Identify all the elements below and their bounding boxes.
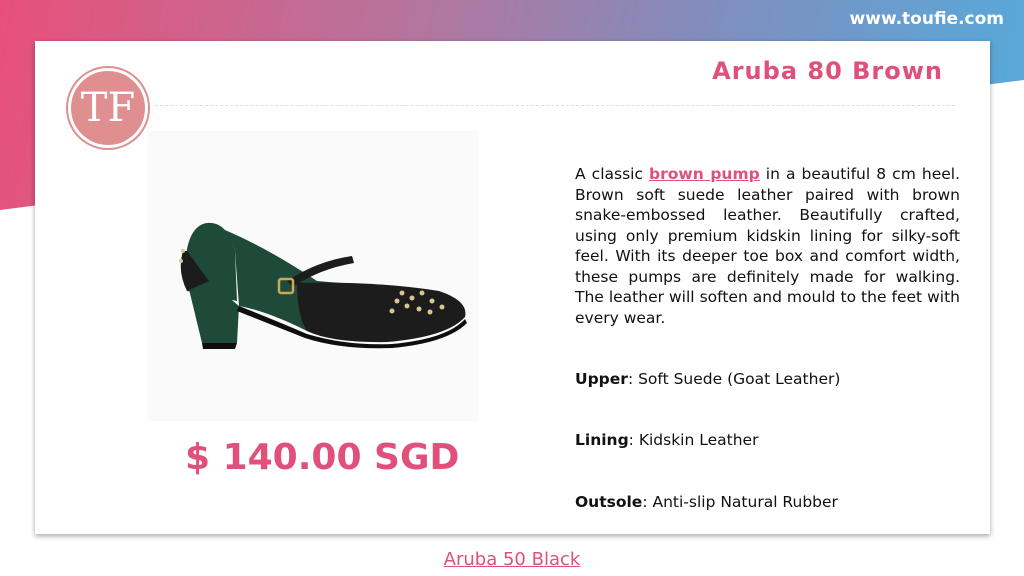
product-price: $ 140.00 SGD bbox=[185, 437, 460, 478]
product-card: TF Aruba 80 Brown $ 140.00 SGD A classic… bbox=[35, 41, 990, 534]
spec-upper: Upper: Soft Suede (Goat Leather) bbox=[575, 370, 840, 388]
site-url-link[interactable]: www.toufie.com bbox=[850, 9, 1004, 29]
spec-value: : Kidskin Leather bbox=[628, 431, 759, 449]
spec-value: : Anti-slip Natural Rubber bbox=[642, 493, 838, 511]
spec-label: Upper bbox=[575, 370, 628, 388]
divider bbox=[155, 105, 955, 106]
description-prefix: A classic bbox=[575, 165, 650, 183]
product-image bbox=[147, 131, 479, 421]
shoe-illustration bbox=[179, 222, 467, 349]
product-title: Aruba 80 Brown bbox=[712, 57, 943, 85]
brown-pump-link[interactable]: brown pump bbox=[649, 165, 760, 183]
footer-related-link[interactable]: Aruba 50 Black bbox=[0, 549, 1024, 570]
description-body: in a beautiful 8 cm heel. Brown soft sue… bbox=[575, 165, 960, 327]
spec-outsole: Outsole: Anti-slip Natural Rubber bbox=[575, 493, 838, 511]
spec-label: Lining bbox=[575, 431, 629, 449]
spec-label: Outsole bbox=[575, 493, 643, 511]
logo-letters: TF bbox=[80, 85, 136, 131]
spec-value: : Soft Suede (Goat Leather) bbox=[627, 370, 841, 388]
spec-lining: Lining: Kidskin Leather bbox=[575, 431, 758, 449]
toufie-logo: TF bbox=[68, 68, 148, 148]
product-description: A classic brown pump in a beautiful 8 cm… bbox=[575, 164, 960, 328]
